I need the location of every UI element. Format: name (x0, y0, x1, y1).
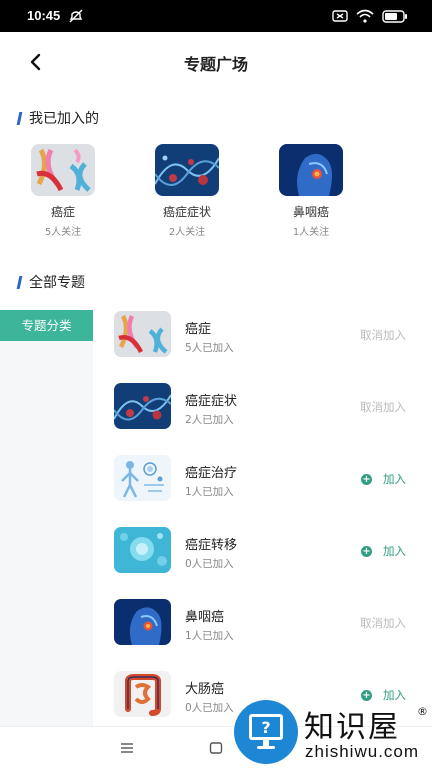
joined-topic-cancer[interactable]: 癌症 5人关注 (18, 144, 108, 238)
joined-topic-cancer-symptoms[interactable]: 癌症症状 2人关注 (142, 144, 232, 238)
category-item-topic-classification[interactable]: 专题分类 (0, 310, 93, 341)
topic-count: 1人已加入 (185, 486, 234, 498)
status-bar: 10:45 (0, 0, 432, 32)
ribbons-image (31, 144, 95, 196)
all-topics-section-label: 全部专题 (29, 275, 85, 291)
topic-name: 癌症转移 (185, 538, 238, 553)
action-label: 加入 (383, 544, 406, 558)
joined-topic-count: 2人关注 (168, 227, 206, 238)
head-scan-image (114, 599, 171, 645)
topic-name: 癌症 (185, 322, 212, 337)
all-topics-section-title: 全部专题 (16, 272, 85, 292)
dna-cells-image (114, 383, 171, 429)
plus-circle-icon: + (361, 689, 372, 701)
cancel-join-button[interactable]: 取消加入 (360, 399, 406, 415)
action-label: 加入 (383, 472, 406, 486)
joined-topic-count: 5人关注 (44, 227, 82, 238)
watermark-logo: ? (234, 700, 298, 764)
joined-topic-name: 鼻咽癌 (292, 205, 329, 219)
medical-figure-image (114, 455, 171, 501)
topic-name: 大肠癌 (185, 682, 225, 697)
status-time: 10:45 (27, 8, 61, 23)
joined-section-label: 我已加入的 (29, 111, 99, 127)
category-panel: 专题分类 (0, 310, 93, 730)
topic-count: 0人已加入 (185, 702, 234, 714)
notification-off-icon (69, 9, 83, 23)
topic-count: 5人已加入 (185, 342, 234, 354)
dna-cells-image (155, 144, 219, 196)
cyan-cells-image (114, 527, 171, 573)
home-icon[interactable] (208, 740, 224, 756)
menu-icon[interactable] (119, 740, 135, 756)
action-label: 取消加入 (360, 616, 406, 630)
intestine-image (114, 671, 171, 717)
join-button[interactable]: + 加入 (361, 543, 406, 559)
joined-topic-nasopharyngeal[interactable]: 鼻咽癌 1人关注 (266, 144, 356, 238)
page-title: 专题广场 (183, 55, 248, 74)
plus-circle-icon: + (361, 545, 372, 557)
sim-off-icon (332, 10, 348, 22)
joined-section-title: 我已加入的 (16, 108, 99, 128)
action-label: 加入 (383, 688, 406, 702)
topic-row[interactable]: 癌症转移 0人已加入 + 加入 (114, 527, 432, 587)
head-scan-image (279, 144, 343, 196)
topic-name: 癌症症状 (185, 394, 238, 409)
watermark-registered-mark: ® (417, 705, 428, 718)
joined-topic-count: 1人关注 (292, 227, 330, 238)
plus-circle-icon: + (361, 473, 372, 485)
topic-row[interactable]: 癌症 5人已加入 取消加入 (114, 311, 432, 371)
wifi-icon (356, 9, 374, 23)
join-button[interactable]: + 加入 (361, 471, 406, 487)
ribbons-image (114, 311, 171, 357)
action-label: 取消加入 (360, 400, 406, 414)
monitor-question-icon: ? (249, 714, 283, 749)
action-label: 取消加入 (360, 328, 406, 342)
topic-row[interactable]: 癌症治疗 1人已加入 + 加入 (114, 455, 432, 515)
cancel-join-button[interactable]: 取消加入 (360, 327, 406, 343)
topic-count: 1人已加入 (185, 630, 234, 642)
join-button[interactable]: + 加入 (361, 687, 406, 703)
cancel-join-button[interactable]: 取消加入 (360, 615, 406, 631)
joined-topic-name: 癌症症状 (162, 205, 211, 219)
watermark-url: zhishiwu.com (305, 742, 420, 761)
svg-text:?: ? (261, 718, 270, 737)
battery-icon (382, 9, 407, 23)
topic-name: 鼻咽癌 (185, 610, 225, 625)
section-marker (16, 275, 23, 289)
topic-count: 2人已加入 (185, 414, 234, 426)
topic-name: 癌症治疗 (185, 466, 238, 481)
header: 专题广场 (0, 32, 432, 90)
section-marker (16, 111, 23, 125)
topic-count: 0人已加入 (185, 558, 234, 570)
joined-topic-name: 癌症 (50, 205, 75, 219)
topic-row[interactable]: 鼻咽癌 1人已加入 取消加入 (114, 599, 432, 659)
watermark-text: 知识屋 (304, 710, 400, 745)
topic-row[interactable]: 癌症症状 2人已加入 取消加入 (114, 383, 432, 443)
